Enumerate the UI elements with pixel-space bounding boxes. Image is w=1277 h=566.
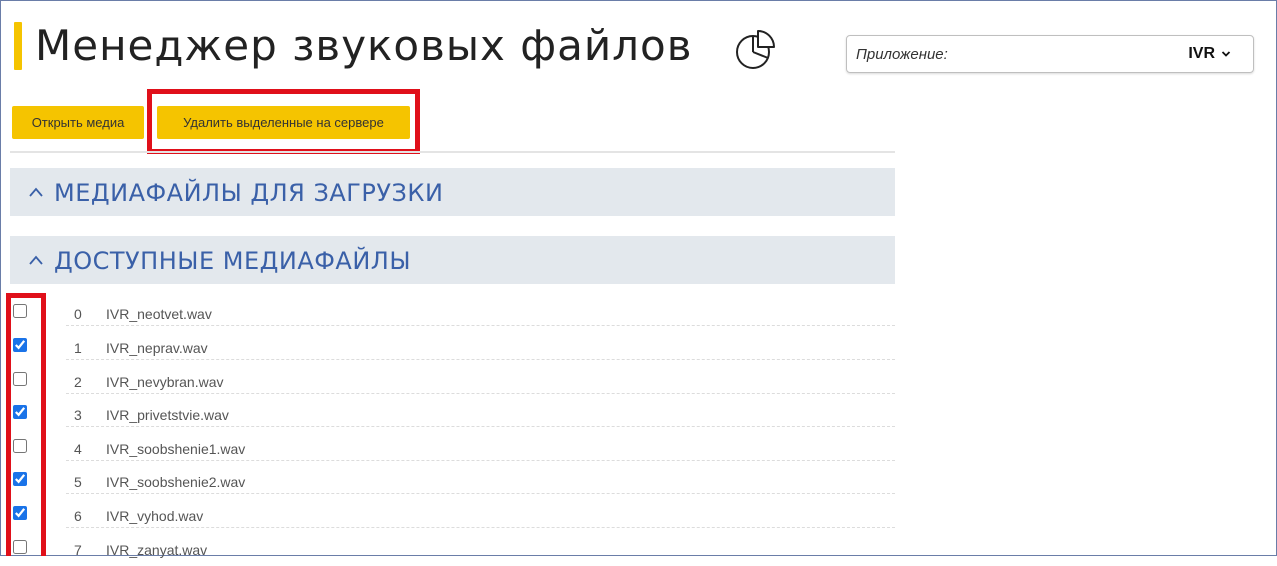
chevron-up-icon [29,187,43,197]
row-divider [66,393,895,394]
row-divider [66,359,895,360]
file-name[interactable]: IVR_soobshenie1.wav [106,441,245,457]
section-title: МЕДИАФАЙЛЫ ДЛЯ ЗАГРУЗКИ [54,179,444,207]
application-select[interactable]: Приложение: IVR [846,35,1254,73]
list-item: 1 IVR_neprav.wav [0,330,900,364]
toolbar-divider [10,151,895,153]
list-item: 2 IVR_nevybran.wav [0,364,900,398]
list-item: 6 IVR_vyhod.wav [0,498,900,532]
application-select-label: Приложение: [856,46,948,63]
list-item: 5 IVR_soobshenie2.wav [0,464,900,498]
file-name[interactable]: IVR_nevybran.wav [106,374,224,390]
page-title: Менеджер звуковых файлов [35,21,693,70]
row-divider [66,426,895,427]
list-item: 7 IVR_zanyat.wav [0,532,900,566]
chevron-down-icon [1221,51,1231,57]
highlight-box-checkboxes [6,293,46,556]
row-divider [66,460,895,461]
list-item: 0 IVR_neotvet.wav [0,296,900,330]
file-index: 5 [74,474,82,490]
open-media-button[interactable]: Открыть медиа [12,106,144,139]
file-name[interactable]: IVR_neprav.wav [106,340,208,356]
row-divider [66,527,895,528]
highlight-box-delete-button [147,89,420,154]
file-index: 6 [74,508,82,524]
title-accent-bar [14,22,22,70]
list-item: 3 IVR_privetstvie.wav [0,397,900,431]
list-item: 4 IVR_soobshenie1.wav [0,431,900,465]
file-name[interactable]: IVR_soobshenie2.wav [106,474,245,490]
file-index: 4 [74,441,82,457]
file-index: 3 [74,407,82,423]
section-media-to-upload[interactable]: МЕДИАФАЙЛЫ ДЛЯ ЗАГРУЗКИ [10,168,895,216]
file-index: 1 [74,340,82,356]
section-title: ДОСТУПНЫЕ МЕДИАФАЙЛЫ [54,247,411,275]
file-name[interactable]: IVR_privetstvie.wav [106,407,229,423]
file-index: 2 [74,374,82,390]
file-name[interactable]: IVR_neotvet.wav [106,306,212,322]
section-available-media[interactable]: ДОСТУПНЫЕ МЕДИАФАЙЛЫ [10,236,895,284]
pie-chart-icon[interactable] [733,28,777,72]
row-divider [66,325,895,326]
file-index: 0 [74,306,82,322]
chevron-up-icon [29,255,43,265]
application-select-value: IVR [1188,45,1215,62]
row-divider [66,493,895,494]
file-name[interactable]: IVR_vyhod.wav [106,508,203,524]
